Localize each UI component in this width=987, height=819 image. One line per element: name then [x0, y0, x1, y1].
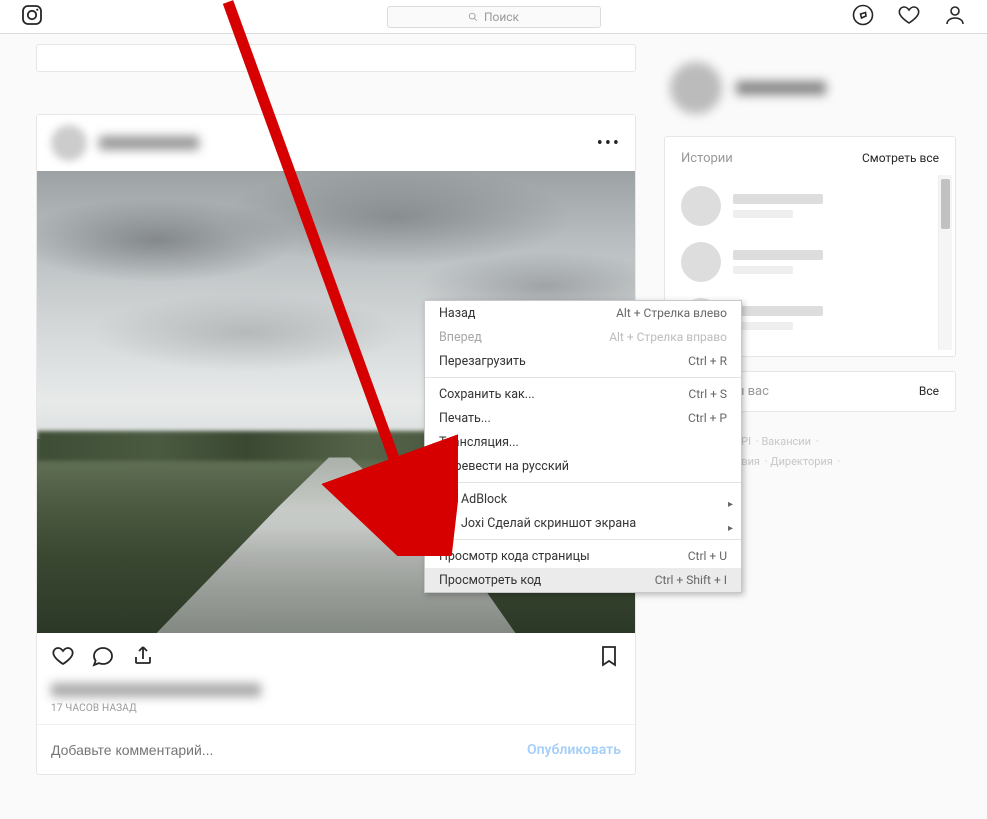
- ctx-cast[interactable]: Трансляция...: [425, 430, 741, 454]
- ctx-back[interactable]: НазадAlt + Стрелка влево: [425, 301, 741, 325]
- ctx-translate[interactable]: Перевести на русский: [425, 454, 741, 478]
- post-timestamp: 17 ЧАСОВ НАЗАД: [51, 703, 621, 714]
- story-item[interactable]: [681, 234, 939, 290]
- comment-row: Опубликовать: [37, 724, 635, 774]
- context-menu: НазадAlt + Стрелка влево ВпередAlt + Стр…: [424, 300, 742, 593]
- story-item[interactable]: [681, 178, 939, 234]
- previous-post-stub: [36, 44, 636, 72]
- comment-icon[interactable]: [91, 644, 115, 672]
- current-user-block[interactable]: [670, 62, 956, 114]
- post-header: •••: [37, 115, 635, 171]
- ctx-inspect[interactable]: Просмотреть кодCtrl + Shift + I: [425, 568, 741, 592]
- stories-title: Истории: [681, 151, 733, 166]
- heart-icon[interactable]: [897, 3, 921, 31]
- post-actions: [37, 633, 635, 683]
- user-name[interactable]: [736, 81, 826, 95]
- like-icon[interactable]: [51, 644, 75, 672]
- author-username[interactable]: [99, 136, 199, 150]
- comment-input[interactable]: [51, 742, 527, 758]
- publish-button[interactable]: Опубликовать: [527, 742, 621, 758]
- bookmark-icon[interactable]: [597, 644, 621, 672]
- adblock-icon: [439, 492, 453, 506]
- ctx-joxi[interactable]: Joxi Сделай скриншот экрана: [425, 511, 741, 535]
- author-avatar[interactable]: [51, 125, 87, 161]
- user-avatar[interactable]: [670, 62, 722, 114]
- stories-scrollbar[interactable]: [938, 175, 952, 350]
- search-placeholder: Поиск: [484, 10, 519, 24]
- explore-icon[interactable]: [851, 3, 875, 31]
- share-icon[interactable]: [131, 644, 155, 672]
- top-nav: Поиск: [0, 0, 987, 34]
- stories-see-all[interactable]: Смотреть все: [862, 151, 939, 166]
- joxi-icon: [439, 516, 453, 530]
- post-options-icon[interactable]: •••: [597, 133, 621, 154]
- ctx-save-as[interactable]: Сохранить как...Ctrl + S: [425, 382, 741, 406]
- ctx-view-source[interactable]: Просмотр кода страницыCtrl + U: [425, 544, 741, 568]
- profile-icon[interactable]: [943, 3, 967, 31]
- ctx-adblock[interactable]: AdBlock: [425, 487, 741, 511]
- search-input[interactable]: Поиск: [387, 6, 601, 28]
- ctx-print[interactable]: Печать...Ctrl + P: [425, 406, 741, 430]
- recs-all[interactable]: Все: [919, 384, 939, 399]
- ctx-forward: ВпередAlt + Стрелка вправо: [425, 325, 741, 349]
- instagram-logo-icon[interactable]: [20, 3, 44, 31]
- post-caption: [51, 683, 261, 697]
- ctx-reload[interactable]: ПерезагрузитьCtrl + R: [425, 349, 741, 373]
